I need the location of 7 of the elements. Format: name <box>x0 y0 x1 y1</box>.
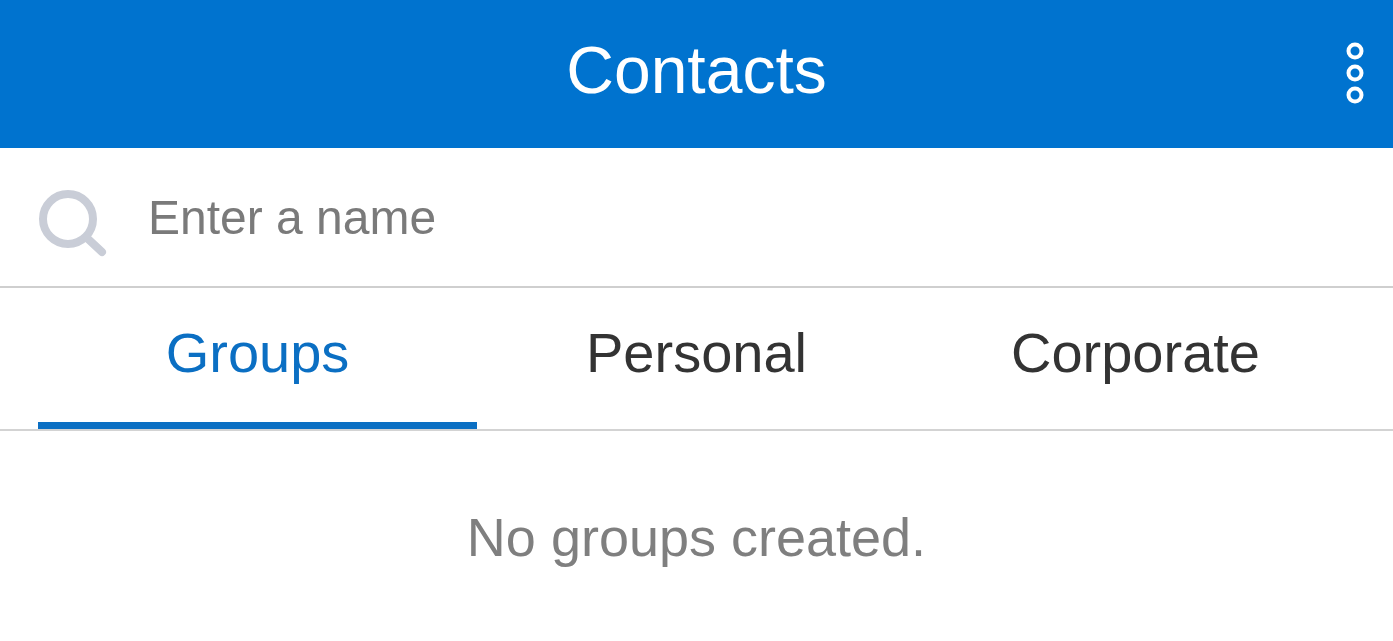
search-icon <box>38 189 108 257</box>
header-title: Contacts <box>566 33 827 109</box>
search-field[interactable]: Enter a name <box>148 182 1363 252</box>
tab[interactable]: Personal <box>477 288 916 429</box>
empty-message: No groups created. <box>466 506 927 569</box>
tab[interactable]: Groups <box>38 288 477 429</box>
tab[interactable]: Corporate <box>916 288 1355 429</box>
